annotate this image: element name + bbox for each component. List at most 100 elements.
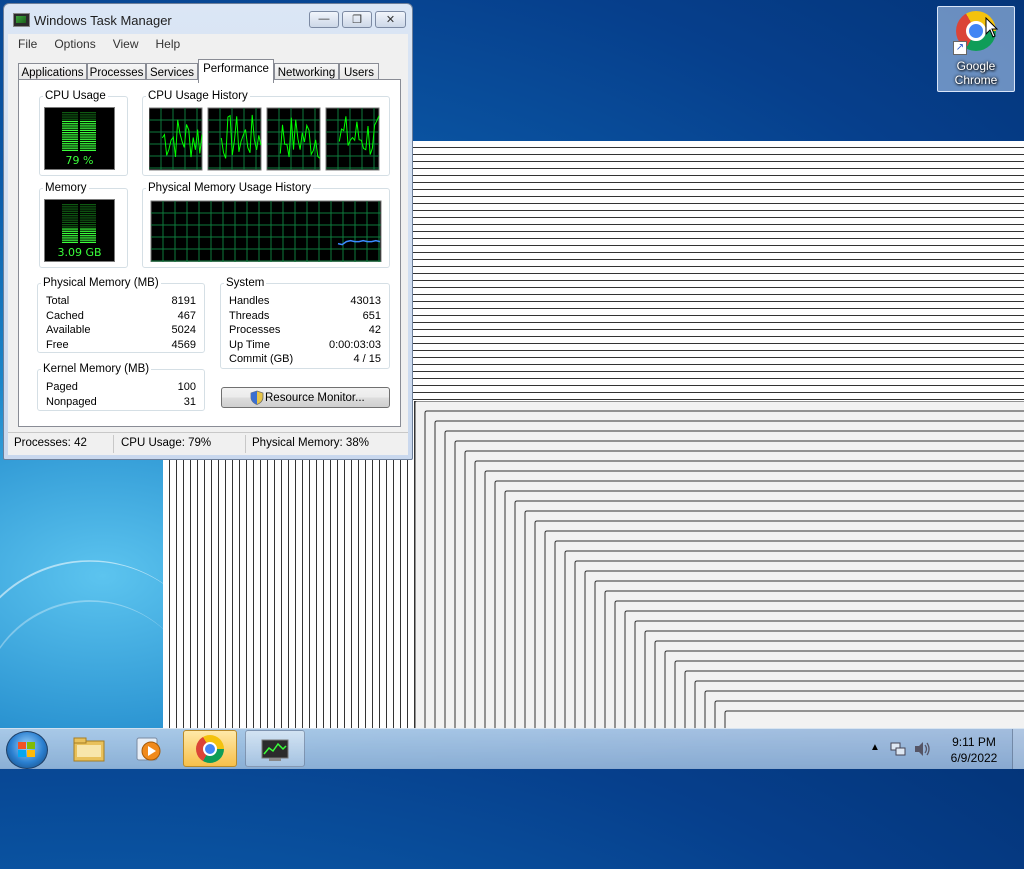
meter-segment [62, 226, 78, 228]
sys-processes-value: 42 [368, 324, 381, 336]
menu-view[interactable]: View [103, 34, 146, 51]
meter-segment [62, 228, 78, 230]
pm-cached-label: Cached [46, 310, 84, 322]
start-button[interactable] [6, 731, 48, 769]
meter-segment [80, 127, 96, 129]
meter-segment [62, 145, 78, 147]
cpu-usage-value: 79 % [65, 154, 94, 167]
sys-commit-label: Commit (GB) [229, 353, 294, 365]
graph-panel [150, 200, 382, 262]
title-bar[interactable]: Windows Task Manager — ❐ ✕ [4, 4, 412, 34]
tab-performance[interactable]: Performance [198, 59, 274, 83]
meter-segment [80, 132, 96, 134]
meter-segment [62, 212, 78, 215]
meter-segment [80, 239, 96, 241]
meter-segment [62, 127, 78, 129]
meter-segment [80, 149, 96, 151]
meter-segment [62, 149, 78, 151]
meter-segment [62, 208, 78, 210]
taskbar-task-manager-button[interactable] [245, 730, 305, 767]
meter-segment [62, 237, 78, 239]
client-area: Applications Processes Services Performa… [8, 54, 408, 455]
shortcut-arrow-icon: ↗ [953, 41, 967, 55]
taskbar-chrome-button[interactable] [183, 730, 237, 767]
tray-show-hidden-icon[interactable]: ▲ [870, 742, 880, 782]
meter-segment [62, 147, 78, 149]
task-manager-icon [261, 739, 289, 761]
meter-segment [80, 118, 96, 120]
show-desktop-button[interactable] [1012, 729, 1024, 769]
memory-history-title: Physical Memory Usage History [146, 182, 313, 194]
km-paged-label: Paged [46, 381, 78, 393]
resource-monitor-button[interactable]: Resource Monitor... [221, 387, 390, 408]
memory-history-graph [150, 200, 382, 262]
meter-segment [80, 237, 96, 239]
meter-segment [80, 217, 96, 219]
clock-time: 9:11 PM [952, 735, 996, 749]
cpu-usage-meter: 79 % [44, 107, 115, 170]
meter-segment [62, 230, 78, 232]
task-manager-icon [13, 13, 30, 27]
meter-segment [80, 112, 96, 114]
menu-file[interactable]: File [8, 34, 44, 51]
physical-memory-group: Physical Memory (MB) Total 8191 Cached 467… [37, 277, 205, 353]
taskbar-media-player-button[interactable] [122, 730, 176, 767]
taskbar-explorer-button[interactable] [62, 730, 116, 767]
sys-handles-label: Handles [229, 295, 270, 307]
close-icon: ✕ [385, 14, 396, 26]
network-icon[interactable] [890, 741, 906, 757]
pm-total-value: 8191 [171, 295, 196, 307]
clock-date: 6/9/2022 [950, 751, 998, 765]
status-bar: Processes: 42 CPU Usage: 79% Physical Me… [8, 432, 408, 455]
status-memory: Physical Memory: 38% [252, 437, 369, 449]
chrome-icon [196, 735, 224, 763]
sys-row-handles: Handles 43013 [229, 295, 381, 309]
volume-icon[interactable] [913, 741, 931, 757]
meter-segment [80, 147, 96, 149]
ghost-corner-pattern [415, 401, 1024, 729]
system-title: System [224, 277, 267, 289]
meter-segment [62, 123, 78, 125]
graph-panel [266, 107, 321, 171]
maximize-button[interactable]: ❐ [342, 11, 372, 28]
meter-segment [80, 129, 96, 131]
system-clock[interactable]: 9:11 PM 6/9/2022 [940, 734, 1008, 766]
meter-segment [62, 219, 78, 221]
sys-threads-label: Threads [229, 310, 270, 322]
cpu-usage-title: CPU Usage [43, 90, 108, 102]
meter-segment [62, 138, 78, 140]
meter-segment [80, 221, 96, 223]
menu-help[interactable]: Help [146, 34, 188, 51]
memory-history-group: Physical Memory Usage History [142, 182, 390, 268]
meter-segment [80, 212, 96, 215]
folder-icon [73, 737, 105, 762]
menu-options[interactable]: Options [44, 34, 102, 51]
kernel-memory-group: Kernel Memory (MB) Paged 100 Nonpaged 31 [37, 363, 205, 411]
meter-segment [62, 136, 78, 138]
meter-segment [80, 219, 96, 221]
meter-segment [62, 132, 78, 134]
uac-shield-icon [250, 390, 264, 405]
pm-cached-value: 467 [177, 310, 196, 322]
meter-segment [80, 143, 96, 145]
cpu-history-group: CPU Usage History [142, 90, 390, 176]
meter-segment [80, 230, 96, 232]
meter-segment [80, 235, 96, 237]
sys-row-commit: Commit (GB) 4 / 15 [229, 353, 381, 367]
desktop-icon-google-chrome[interactable]: ↗ Google Chrome [937, 6, 1015, 92]
meter-segment [80, 226, 96, 228]
windows-logo-icon [18, 742, 36, 758]
minimize-button[interactable]: — [309, 11, 339, 28]
cpu-history-graphs [149, 107, 380, 171]
sys-processes-label: Processes [229, 324, 281, 336]
meter-segment [62, 235, 78, 237]
mouse-cursor-icon [985, 17, 999, 38]
meter-segment [80, 241, 96, 243]
meter-segment [80, 138, 96, 140]
close-button[interactable]: ✕ [375, 11, 406, 28]
pm-total-label: Total [46, 295, 70, 307]
pm-available-value: 5024 [171, 324, 196, 336]
desktop-icon-label: Google Chrome [938, 59, 1014, 87]
sys-handles-value: 43013 [350, 295, 381, 307]
km-paged-value: 100 [177, 381, 196, 393]
